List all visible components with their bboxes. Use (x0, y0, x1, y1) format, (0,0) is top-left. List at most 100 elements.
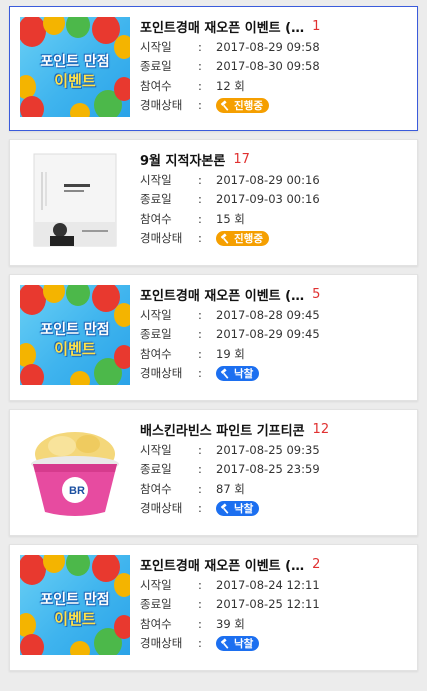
colon: : (198, 636, 202, 651)
start-date: 2017-08-29 00:16 (216, 172, 320, 187)
start-date-row: 시작일:2017-08-29 09:58 (140, 37, 409, 57)
start-label: 시작일 (140, 307, 172, 322)
participants-label: 참여수 (140, 211, 172, 226)
auction-count: 17 (233, 151, 250, 167)
thumbnail-text-line2: 이벤트 (54, 610, 96, 628)
auction-info: 포인트경매 재오픈 이벤트 (… 5 시작일:2017-08-28 09:45 … (140, 283, 409, 383)
colon: : (198, 501, 202, 516)
status-row: 경매상태: 낙찰 (140, 499, 409, 519)
gavel-icon (220, 368, 229, 379)
participants-count: 15 회 (216, 211, 245, 226)
status-row: 경매상태: 낙찰 (140, 634, 409, 654)
colon: : (198, 597, 202, 612)
auction-card[interactable]: 포인트 만점 이벤트 포인트경매 재오픈 이벤트 (… 2 시작일:2017-0… (9, 544, 418, 671)
colon: : (198, 192, 202, 207)
participants-row: 참여수:12 회 (140, 76, 409, 96)
colon: : (198, 366, 202, 381)
end-date-row: 종료일:2017-08-29 09:45 (140, 325, 409, 345)
end-label: 종료일 (140, 59, 172, 74)
auction-card[interactable]: BR 배스킨라빈스 파인트 기프티콘 12 시작일:2017-08-25 09:… (9, 409, 418, 536)
end-date: 2017-08-25 23:59 (216, 462, 320, 477)
thumbnail-text-line1: 포인트 만점 (40, 592, 110, 608)
colon: : (198, 172, 202, 187)
status-label: 경매상태 (140, 231, 183, 246)
auction-title-row[interactable]: 포인트경매 재오픈 이벤트 (… 5 (140, 283, 409, 305)
auction-title[interactable]: 9월 지적자본론 (140, 150, 225, 169)
auction-title-row[interactable]: 포인트경매 재오픈 이벤트 (… 2 (140, 553, 409, 575)
start-date: 2017-08-28 09:45 (216, 307, 320, 322)
status-label: 경매상태 (140, 636, 183, 651)
thumbnail-text-line1: 포인트 만점 (40, 322, 110, 338)
auction-title[interactable]: 포인트경매 재오픈 이벤트 (… (140, 17, 304, 36)
colon: : (198, 211, 202, 226)
status-text: 진행중 (234, 99, 263, 112)
participants-label: 참여수 (140, 616, 172, 631)
colon: : (198, 481, 202, 496)
status-badge: 진행중 (216, 230, 269, 246)
end-date: 2017-08-25 12:11 (216, 597, 320, 612)
status-badge: 낙찰 (216, 500, 260, 516)
event-thumbnail: 포인트 만점 이벤트 (20, 17, 130, 117)
end-label: 종료일 (140, 597, 172, 612)
status-label: 경매상태 (140, 98, 183, 113)
gavel-icon (220, 233, 229, 244)
auction-card[interactable]: 9월 지적자본론 17 시작일:2017-08-29 00:16 종료일:201… (9, 139, 418, 266)
colon: : (198, 577, 202, 592)
start-date: 2017-08-24 12:11 (216, 577, 320, 592)
participants-count: 12 회 (216, 78, 245, 93)
auction-title-row[interactable]: 포인트경매 재오픈 이벤트 (… 1 (140, 15, 409, 37)
auction-title[interactable]: 포인트경매 재오픈 이벤트 (… (140, 285, 304, 304)
participants-row: 참여수:15 회 (140, 209, 409, 229)
auction-count: 2 (312, 556, 321, 572)
status-row: 경매상태: 진행중 (140, 96, 409, 116)
participants-count: 19 회 (216, 346, 245, 361)
colon: : (198, 59, 202, 74)
end-date-row: 종료일:2017-08-30 09:58 (140, 57, 409, 77)
book-cover-image (20, 150, 130, 250)
colon: : (198, 307, 202, 322)
auction-count: 5 (312, 286, 321, 302)
status-text: 진행중 (234, 232, 263, 245)
event-thumbnail: 포인트 만점 이벤트 (20, 555, 130, 655)
auction-info: 9월 지적자본론 17 시작일:2017-08-29 00:16 종료일:201… (140, 148, 409, 248)
start-label: 시작일 (140, 39, 172, 54)
start-date-row: 시작일:2017-08-24 12:11 (140, 575, 409, 595)
participants-count: 39 회 (216, 616, 245, 631)
status-badge: 낙찰 (216, 365, 260, 381)
start-date-row: 시작일:2017-08-28 09:45 (140, 305, 409, 325)
participants-row: 참여수:39 회 (140, 614, 409, 634)
auction-count: 12 (312, 421, 330, 437)
gavel-icon (220, 638, 229, 649)
colon: : (198, 39, 202, 54)
auction-info: 포인트경매 재오픈 이벤트 (… 2 시작일:2017-08-24 12:11 … (140, 553, 409, 653)
start-label: 시작일 (140, 442, 172, 457)
auction-title-row[interactable]: 배스킨라빈스 파인트 기프티콘 12 (140, 418, 409, 440)
status-row: 경매상태: 진행중 (140, 229, 409, 249)
status-badge: 진행중 (216, 97, 269, 113)
auction-title[interactable]: 포인트경매 재오픈 이벤트 (… (140, 555, 304, 574)
participants-count: 87 회 (216, 481, 245, 496)
status-text: 낙찰 (234, 502, 254, 515)
auction-card[interactable]: 포인트 만점 이벤트 포인트경매 재오픈 이벤트 (… 5 시작일:2017-0… (9, 274, 418, 401)
icecream-cup-image: BR (31, 432, 119, 516)
status-label: 경매상태 (140, 366, 183, 381)
start-label: 시작일 (140, 577, 172, 592)
end-date-row: 종료일:2017-08-25 23:59 (140, 460, 409, 480)
status-row: 경매상태: 낙찰 (140, 364, 409, 384)
auction-info: 포인트경매 재오픈 이벤트 (… 1 시작일:2017-08-29 09:58 … (140, 15, 409, 115)
auction-title-row[interactable]: 9월 지적자본론 17 (140, 148, 409, 170)
start-date: 2017-08-29 09:58 (216, 39, 320, 54)
status-label: 경매상태 (140, 501, 183, 516)
gavel-icon (220, 503, 229, 514)
start-label: 시작일 (140, 172, 172, 187)
auction-card[interactable]: 포인트 만점 이벤트 포인트경매 재오픈 이벤트 (… 1 시작일:2017-0… (9, 6, 418, 131)
end-date-row: 종료일:2017-09-03 00:16 (140, 190, 409, 210)
status-text: 낙찰 (234, 637, 254, 650)
end-date: 2017-08-30 09:58 (216, 59, 320, 74)
auction-title[interactable]: 배스킨라빈스 파인트 기프티콘 (140, 420, 305, 439)
event-thumbnail: 포인트 만점 이벤트 (20, 285, 130, 385)
start-date-row: 시작일:2017-08-25 09:35 (140, 440, 409, 460)
participants-label: 참여수 (140, 78, 172, 93)
auction-list: 포인트 만점 이벤트 포인트경매 재오픈 이벤트 (… 1 시작일:2017-0… (0, 0, 427, 671)
participants-label: 참여수 (140, 481, 172, 496)
